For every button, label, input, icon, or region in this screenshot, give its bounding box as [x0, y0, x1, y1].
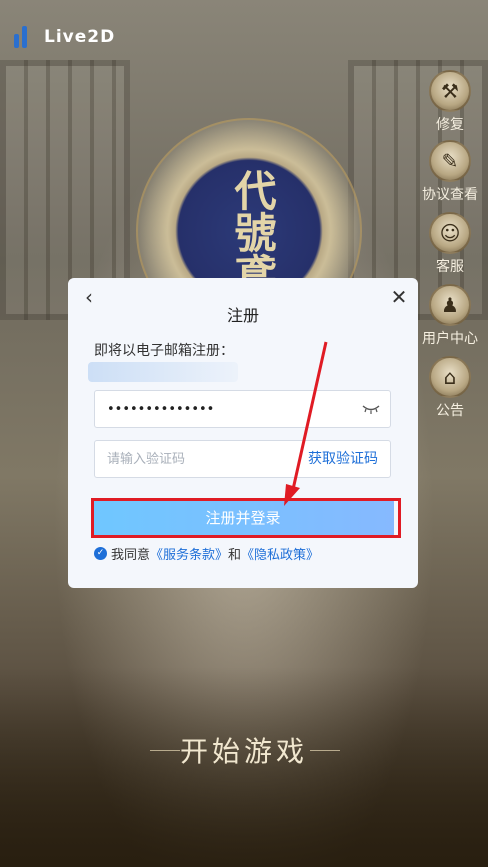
verification-code-input[interactable] [107, 441, 297, 477]
side-button-label: 修复 [436, 117, 464, 133]
side-button-repair[interactable]: ⚒ 修复 [414, 70, 486, 134]
dialog-title: 注册 [226, 306, 259, 325]
agreement-row: ✓ 我同意 《服务条款》 和 《隐私政策》 [94, 544, 319, 563]
side-button-notice[interactable]: ⌂ 公告 [414, 356, 486, 420]
get-code-button[interactable]: 获取验证码 [308, 441, 378, 477]
dialog-description: 即将以电子邮箱注册： [94, 343, 234, 359]
register-dialog: ‹ ✕ 注册 即将以电子邮箱注册： 获取验证码 注册并登录 ✓ 我同意 《服务条… [68, 278, 418, 588]
agree-and: 和 [228, 548, 242, 563]
support-icon: ☺ [429, 212, 471, 254]
side-button-agreement[interactable]: ✎ 协议查看 [414, 140, 486, 204]
agreement-icon: ✎ [429, 140, 471, 182]
eye-closed-icon[interactable] [362, 403, 380, 415]
register-and-login-button[interactable]: 注册并登录 [92, 500, 394, 536]
terms-link[interactable]: 《服务条款》 [150, 544, 228, 563]
notice-icon: ⌂ [429, 356, 471, 398]
agree-prefix: 我同意 [111, 548, 151, 563]
agree-checkbox[interactable]: ✓ [94, 547, 107, 560]
side-button-label: 客服 [436, 259, 464, 275]
start-game-button[interactable]: 开始游戏 [0, 730, 488, 770]
side-button-support[interactable]: ☺ 客服 [414, 212, 486, 276]
verification-code-field[interactable]: 获取验证码 [94, 440, 391, 478]
side-button-label: 公告 [436, 403, 464, 419]
user-center-icon: ♟ [429, 284, 471, 326]
side-button-user-center[interactable]: ♟ 用户中心 [414, 284, 486, 348]
side-button-label: 用户中心 [422, 331, 478, 347]
live2d-logo: Live2D [14, 26, 115, 48]
live2d-logo-icon [14, 26, 36, 48]
email-address-blurred [88, 362, 238, 382]
logo-text: Live2D [44, 27, 116, 47]
side-button-label: 协议查看 [422, 187, 478, 203]
password-field[interactable] [94, 390, 391, 428]
password-input[interactable] [107, 391, 297, 427]
repair-icon: ⚒ [429, 70, 471, 112]
privacy-link[interactable]: 《隐私政策》 [241, 544, 319, 563]
